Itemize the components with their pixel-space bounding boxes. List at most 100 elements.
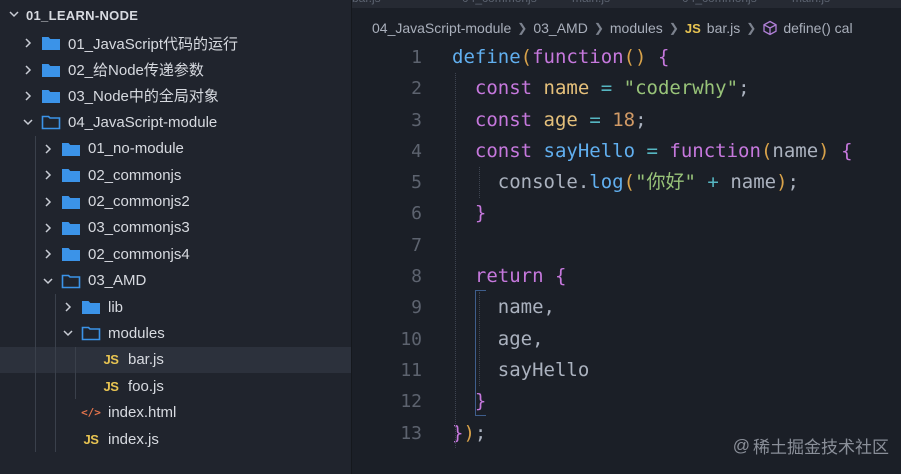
- tree-folder-item[interactable]: lib: [0, 293, 351, 321]
- chevron-right-icon: [22, 90, 34, 102]
- code-token: console: [452, 171, 578, 194]
- folder-icon: [41, 35, 61, 51]
- tree-item-label: 04_JavaScript-module: [68, 113, 218, 131]
- code-text: const name = "coderwhy";: [452, 73, 750, 104]
- tree-folder-item[interactable]: modules: [0, 320, 351, 347]
- chevron-right-icon: ❯: [593, 21, 604, 35]
- breadcrumb-item-symbol[interactable]: define() cal: [783, 20, 852, 36]
- editor-tab[interactable]: main.js: [792, 0, 830, 5]
- code-text: name,: [452, 292, 555, 323]
- tree-indent-guide: [75, 373, 76, 400]
- editor-tab[interactable]: 04_commonjs: [462, 0, 537, 5]
- code-token: =: [589, 108, 601, 131]
- tree-folder-item[interactable]: 03_AMD: [0, 267, 351, 294]
- watermark-at: @: [732, 435, 750, 455]
- line-number: 11: [400, 359, 422, 381]
- tree-file-item[interactable]: </> index.html: [0, 399, 351, 426]
- folder-icon: [61, 246, 81, 262]
- code-token: }: [452, 421, 464, 444]
- chevron-right-icon: [42, 248, 54, 260]
- tree-folder-item[interactable]: 03_Node中的全局对象: [0, 83, 351, 109]
- code-line: 2 const name = "coderwhy";: [352, 73, 901, 104]
- chevron-right-icon: ❯: [746, 21, 757, 35]
- tree-folder-item[interactable]: 02_commonjs4: [0, 241, 351, 268]
- code-token: ;: [787, 171, 799, 194]
- folder-icon: [61, 167, 81, 183]
- code-token: const: [474, 77, 533, 100]
- code-token: name: [543, 77, 590, 100]
- tree-indent-guide: [35, 320, 36, 347]
- tree-folder-item[interactable]: 02_给Node传递参数: [0, 56, 351, 82]
- chevron-down-icon: [8, 8, 22, 23]
- chevron-right-icon: [42, 143, 54, 155]
- line-number: 12: [400, 391, 422, 413]
- tree-file-item[interactable]: JS foo.js: [0, 373, 351, 400]
- tree-folder-item[interactable]: 01_no-module: [0, 135, 351, 162]
- breadcrumb-item-modules[interactable]: modules: [610, 20, 663, 36]
- explorer-root-label: 01_LEARN-NODE: [26, 7, 139, 23]
- code-token: age,: [452, 327, 544, 350]
- breadcrumb-item-amd[interactable]: 03_AMD: [533, 20, 587, 36]
- code-token: =: [600, 77, 613, 100]
- code-token: (: [623, 171, 636, 194]
- js-file-icon: JS: [83, 431, 99, 447]
- tree-item-label: 03_commonjs3: [88, 219, 190, 237]
- tree-indent-guide: [35, 373, 36, 400]
- chevron-right-icon: [42, 169, 54, 181]
- line-number: 4: [411, 140, 422, 162]
- code-text: age,: [452, 324, 544, 355]
- tree-item-label: 01_no-module: [88, 140, 184, 158]
- line-number: 3: [411, 109, 422, 131]
- code-token: ;: [738, 77, 750, 100]
- code-token: (: [520, 46, 533, 68]
- code-line: 11 sayHello: [352, 355, 901, 386]
- line-number: 6: [411, 203, 422, 225]
- code-token: 18: [612, 108, 636, 131]
- code-token: "coderwhy": [623, 77, 739, 100]
- line-number: 2: [411, 78, 422, 100]
- folder-icon: [61, 220, 81, 236]
- tree-indent-guide: [55, 373, 56, 400]
- breadcrumb-item-module[interactable]: 04_JavaScript-module: [372, 20, 511, 36]
- tree-folder-item[interactable]: 03_commonjs3: [0, 214, 351, 242]
- tree-folder-item[interactable]: 02_commonjs: [0, 161, 351, 189]
- editor-tab[interactable]: bar.js: [352, 0, 381, 5]
- code-token: age: [543, 108, 578, 131]
- line-number: 1: [411, 47, 422, 68]
- code-line: 9 name,: [352, 292, 901, 323]
- explorer-sidebar: 01_LEARN-NODE 01_JavaScript代码的运行 02_给Node…: [0, 0, 352, 474]
- tree-folder-item[interactable]: 04_JavaScript-module: [0, 109, 351, 135]
- tree-indent-guide: [35, 214, 36, 242]
- chevron-down-icon: [62, 327, 74, 339]
- tree-folder-item[interactable]: 01_JavaScript代码的运行: [0, 30, 351, 56]
- chevron-right-icon: ❯: [668, 21, 679, 35]
- code-area[interactable]: 1 define(function() {2 const name = "code…: [352, 42, 901, 474]
- line-number: 13: [400, 422, 422, 444]
- tree-item-label: index.js: [108, 430, 159, 448]
- tree-file-item[interactable]: JS index.js: [0, 425, 351, 453]
- breadcrumb-item-file[interactable]: bar.js: [707, 20, 740, 36]
- code-text: return {: [452, 261, 567, 292]
- code-token: .: [577, 171, 590, 194]
- tree-file-item[interactable]: JS bar.js: [0, 346, 351, 374]
- watermark-text: 稀土掘金技术社区: [753, 438, 889, 457]
- explorer-root-folder[interactable]: 01_LEARN-NODE: [0, 0, 351, 30]
- code-line: 10 age,: [352, 324, 901, 355]
- tree-folder-item[interactable]: 02_commonjs2: [0, 188, 351, 215]
- code-token: name,: [452, 296, 555, 319]
- code-token: +: [707, 171, 719, 194]
- tree-item-label: index.html: [108, 404, 177, 422]
- code-text: console.log("你好" + name);: [452, 167, 799, 198]
- folder-open-icon: [61, 273, 81, 289]
- js-file-icon: JS: [103, 378, 119, 394]
- editor-tab[interactable]: main.js: [572, 0, 610, 5]
- tree-indent-guide: [35, 346, 36, 374]
- editor-tab[interactable]: 04_commonjs: [682, 0, 757, 5]
